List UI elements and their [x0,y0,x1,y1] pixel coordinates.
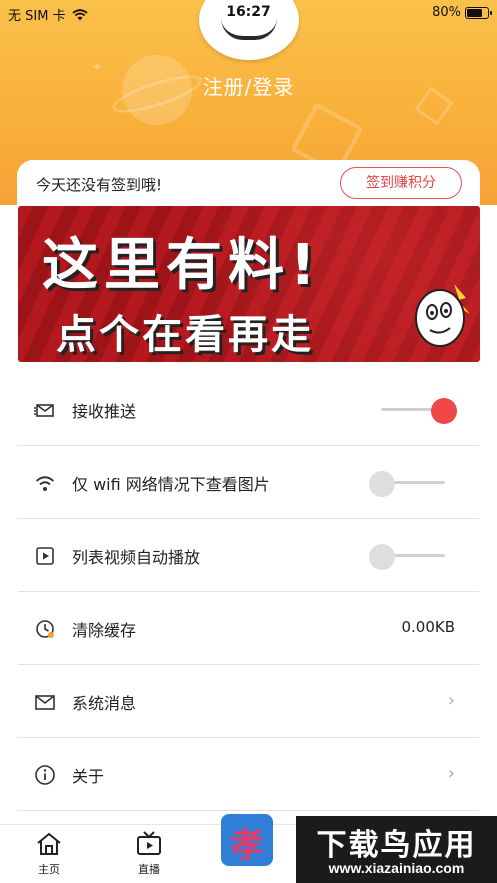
tab-live[interactable]: 直播 [119,831,179,877]
setting-row-wifi-images: 仅 wifi 网络情况下查看图片 [18,446,479,519]
promo-banner[interactable]: 这里有料! 点个在看再走 [18,206,480,362]
clock-icon [36,620,54,638]
sign-in-prompt: 今天还没有签到哦! [36,176,163,194]
autoplay-toggle[interactable] [369,544,445,570]
home-icon [37,832,61,855]
toggle-knob [369,471,395,497]
setting-row-clear-cache[interactable]: 清除缓存 0.00KB [18,592,479,665]
watermark-title: 下载鸟应用 [316,828,477,863]
cartoon-face-icon [415,284,470,347]
sign-in-button[interactable]: 签到赚积分 [340,167,462,199]
mail-icon [35,695,55,710]
status-time: 16:27 [226,4,271,20]
tab-home-label: 主页 [38,863,60,876]
banner-headline: 这里有料! [42,233,322,298]
cache-size: 0.00KB [401,618,455,636]
setting-row-system-messages[interactable]: 系统消息 › [18,665,479,738]
setting-label: 接收推送 [72,402,137,421]
setting-label: 系统消息 [72,694,137,713]
envelope-open-icon [34,404,54,417]
battery-percent: 80% [432,5,461,20]
tab-home[interactable]: 主页 [19,831,79,877]
toggle-knob [431,398,457,424]
setting-row-about[interactable]: 关于 › [18,738,479,811]
banner-subline: 点个在看再走 [56,312,314,358]
chevron-right-icon: › [447,690,455,711]
setting-label: 关于 [72,767,105,786]
toggle-knob [369,544,395,570]
wifi-images-toggle[interactable] [369,471,445,497]
watermark-url: www.xiazainiao.com [328,860,465,876]
setting-label: 清除缓存 [72,621,137,640]
push-toggle[interactable] [381,398,457,424]
login-register-link[interactable]: 注册/登录 [0,71,497,100]
status-bar: 无 SIM 卡 16:27 80% [0,0,497,26]
setting-label: 列表视频自动播放 [72,548,201,567]
setting-row-autoplay: 列表视频自动播放 [18,519,479,592]
chevron-right-icon: › [447,763,455,784]
battery-icon [465,6,492,19]
center-logo-glyph: 孝 [230,826,264,866]
sign-in-bar: 今天还没有签到哦! 签到赚积分 [17,160,480,206]
tv-icon [137,831,161,855]
watermark-logo: 下载鸟应用 www.xiazainiao.com [296,816,497,883]
wifi-icon [35,476,55,491]
tab-live-label: 直播 [138,863,160,876]
setting-row-push: 接收推送 [18,373,479,446]
info-icon [35,765,55,785]
center-logo-button[interactable]: 孝 [221,814,273,866]
setting-label: 仅 wifi 网络情况下查看图片 [72,475,270,494]
video-icon [36,547,54,565]
